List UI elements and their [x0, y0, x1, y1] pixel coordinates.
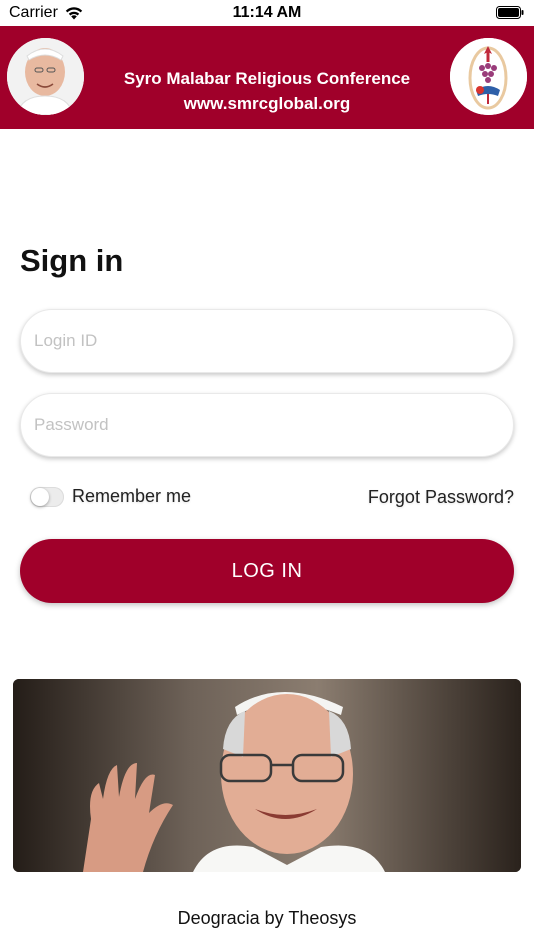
- footer-credit: Deogracia by Theosys: [177, 908, 357, 928]
- toggle-knob: [31, 487, 49, 506]
- signin-title: Sign in: [20, 243, 124, 278]
- password-input[interactable]: [21, 394, 513, 456]
- battery-icon: [496, 6, 524, 19]
- remember-me-label: Remember me: [72, 486, 192, 506]
- status-time: 11:14 AM: [232, 4, 302, 21]
- login-id-input[interactable]: [21, 310, 513, 372]
- status-bar: Carrier 11:14 AM: [0, 0, 534, 26]
- conference-website[interactable]: www.smrcglobal.org: [90, 91, 444, 116]
- login-button[interactable]: LOG IN: [20, 539, 514, 603]
- password-field-wrap: [20, 393, 514, 457]
- pope-photo-banner: [13, 679, 521, 872]
- forgot-password-link[interactable]: Forgot Password?: [368, 487, 514, 508]
- pope-portrait-image: [7, 38, 84, 115]
- conference-logo-image: [450, 38, 527, 115]
- conference-title: Syro Malabar Religious Conference: [123, 69, 411, 88]
- pope-avatar: [7, 38, 84, 115]
- pope-waving-image: [13, 679, 521, 872]
- header-text: Syro Malabar Religious Conference www.sm…: [90, 66, 444, 116]
- remember-me-toggle[interactable]: [30, 486, 64, 507]
- conference-logo: [450, 38, 527, 115]
- app-header: Syro Malabar Religious Conference www.sm…: [0, 26, 534, 129]
- remember-me-row: Remember me: [30, 486, 191, 507]
- login-id-field-wrap: [20, 309, 514, 373]
